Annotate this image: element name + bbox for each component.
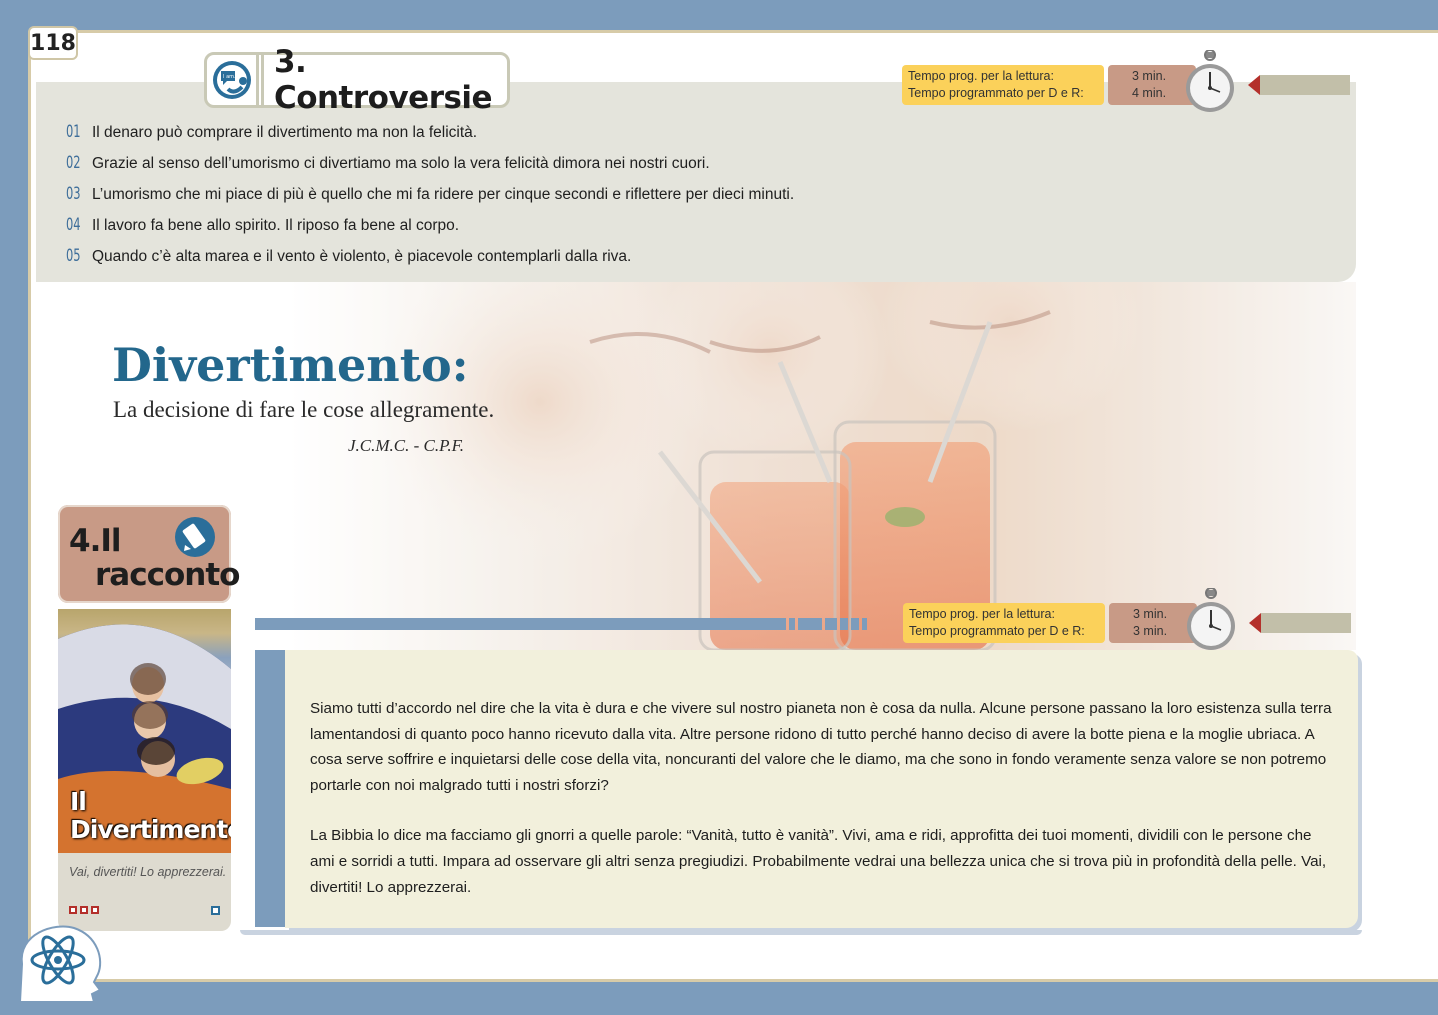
timer-values: 3 min. 3 min. (1109, 603, 1197, 643)
page-number: 118 (28, 26, 78, 60)
list-item: 03 L’umorismo che mi piace di più è quel… (66, 184, 794, 215)
story-tag-line2: racconto (95, 557, 240, 593)
timer-label-dr: Tempo programmato per D e R: (908, 86, 1084, 100)
dot[interactable] (91, 906, 99, 914)
dot[interactable] (69, 906, 77, 914)
story-card[interactable]: Il Divertimento Vai, divertiti! Lo appre… (58, 609, 231, 931)
quote-subtitle: La decisione di fare le cose allegrament… (113, 397, 495, 422)
section-header: I am... 3. Controversie (204, 44, 510, 116)
story-text-box: Siamo tutti d’accordo nel dire che la vi… (285, 650, 1358, 928)
timer-label-reading: Tempo prog. per la lettura: (908, 69, 1054, 83)
story-box-shadow (240, 930, 1362, 935)
item-number: 05 (66, 246, 81, 266)
timer-labels: Tempo prog. per la lettura: Tempo progra… (903, 603, 1105, 643)
story-tag-line1: 4.Il (69, 523, 122, 559)
quote-title: Divertimento: (112, 338, 469, 392)
timer-labels: Tempo prog. per la lettura: Tempo progra… (902, 65, 1104, 105)
card-title-line2: Divertimento (70, 815, 231, 844)
list-item: 02 Grazie al senso dell’umorismo ci dive… (66, 153, 794, 184)
item-number: 04 (66, 215, 81, 235)
timer-values: 3 min. 4 min. (1108, 65, 1196, 105)
list-item: 04 Il lavoro fa bene allo spirito. Il ri… (66, 215, 794, 246)
pencil-icon (173, 515, 217, 564)
timer-label-dr: Tempo programmato per D e R: (909, 624, 1085, 638)
item-text: Grazie al senso dell’umorismo ci diverti… (92, 155, 710, 172)
dot[interactable] (80, 906, 88, 914)
item-number: 03 (66, 184, 81, 204)
brain-atom-icon (14, 920, 106, 1008)
timer-bar (1261, 613, 1351, 633)
card-title-line1: Il (70, 787, 87, 816)
svg-text:I am...: I am... (223, 74, 239, 80)
timer-bar (1260, 75, 1350, 95)
controversies-list: 01 Il denaro può comprare il divertiment… (66, 122, 794, 277)
card-caption: Vai, divertiti! Lo apprezzerai. (69, 865, 227, 879)
item-text: L’umorismo che mi piace di più è quello … (92, 186, 795, 203)
timer-label-reading: Tempo prog. per la lettura: (909, 607, 1055, 621)
list-item: 01 Il denaro può comprare il divertiment… (66, 122, 794, 153)
item-text: Quando c’è alta marea e il vento è viole… (92, 248, 632, 265)
decorative-dashes (780, 618, 867, 630)
quote-author: J.C.M.C. - C.P.F. (348, 436, 465, 455)
arrow-left-icon (1249, 613, 1261, 633)
item-number: 02 (66, 153, 81, 173)
item-number: 01 (66, 122, 81, 142)
stopwatch-icon (1185, 586, 1237, 659)
story-paragraph: Siamo tutti d’accordo nel dire che la vi… (310, 700, 1332, 794)
list-item: 05 Quando c’è alta marea e il vento è vi… (66, 246, 794, 277)
i-am-speech-icon: I am... (207, 55, 260, 105)
story-paragraph: La Bibbia lo dice ma facciamo gli gnorri… (310, 827, 1327, 896)
arrow-left-icon (1248, 75, 1260, 95)
story-frame-corner (255, 630, 285, 650)
reading-timer-story: Tempo prog. per la lettura: Tempo progra… (903, 586, 1351, 650)
camping-girls-image: Il Divertimento (58, 609, 231, 853)
story-section-tag: 4.Il racconto (58, 505, 240, 603)
card-square-marker[interactable] (211, 906, 220, 915)
section-title: 3. Controversie (273, 44, 493, 116)
story-frame-top (255, 618, 785, 630)
item-text: Il denaro può comprare il divertimento m… (92, 124, 478, 141)
card-pagination-dots[interactable] (69, 906, 99, 914)
item-text: Il lavoro fa bene allo spirito. Il ripos… (92, 217, 460, 234)
stopwatch-icon (1184, 48, 1236, 121)
story-frame-left (255, 618, 285, 927)
reading-timer-top: Tempo prog. per la lettura: Tempo progra… (902, 48, 1350, 112)
